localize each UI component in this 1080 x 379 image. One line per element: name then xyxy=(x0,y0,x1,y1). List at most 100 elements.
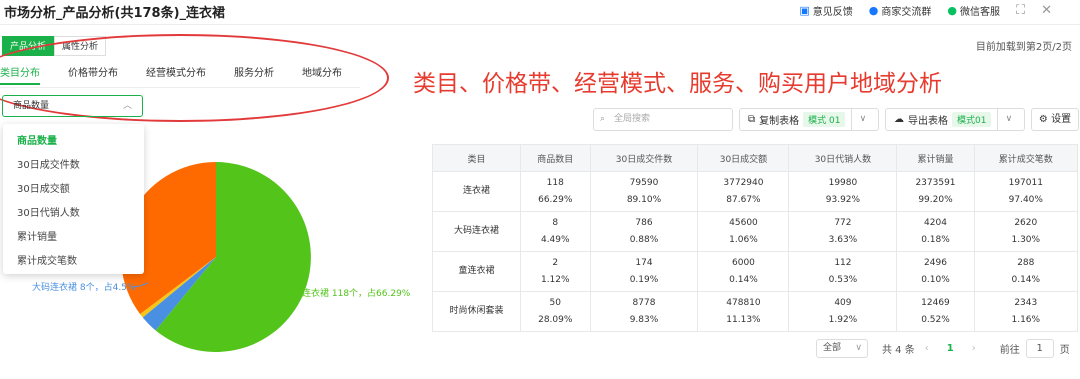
chat-group-icon: ● xyxy=(868,4,879,17)
col-header-30d-units[interactable]: 30日成交件数 xyxy=(589,144,699,172)
prev-page-icon[interactable]: ‹ xyxy=(925,343,929,354)
cell: 8778 9.83% xyxy=(589,291,699,332)
row-category: 童连衣裙 xyxy=(432,251,521,292)
cell-value: 12469 xyxy=(921,297,950,308)
copy-table-group: ⧉ 复制表格 模式 01 ∨ xyxy=(739,108,879,131)
metric-option-30d-resellers[interactable]: 30日代销人数 xyxy=(3,202,144,226)
copy-table-label: 复制表格 xyxy=(759,116,800,127)
cell-percent: 1.30% xyxy=(1011,234,1041,245)
cell-value: 4204 xyxy=(924,217,947,228)
export-table-button[interactable]: ☁ 导出表格 模式01 xyxy=(886,109,997,130)
global-search-input[interactable]: ⌕ 全局搜索 xyxy=(593,108,733,131)
cell-percent: 11.13% xyxy=(726,314,761,325)
cell-value: 197011 xyxy=(1008,177,1043,188)
copy-mode-badge: 模式 01 xyxy=(803,112,846,127)
col-header-total-orders[interactable]: 累计成交笔数 xyxy=(973,144,1079,172)
cell: 2343 1.16% xyxy=(973,291,1079,332)
cell-percent: 0.88% xyxy=(629,234,659,245)
loaded-status: 目前加载到第2页/2页 xyxy=(975,42,1072,53)
col-header-30d-resellers[interactable]: 30日代销人数 xyxy=(788,144,898,172)
metric-option-total-orders[interactable]: 累计成交笔数 xyxy=(3,250,144,274)
wechat-service-link[interactable]: ● 微信客服 xyxy=(947,3,1000,18)
cell-value: 50 xyxy=(549,297,561,308)
cell-value: 45600 xyxy=(729,217,758,228)
export-table-label: 导出表格 xyxy=(908,116,948,127)
metric-select[interactable]: 商品数量 ︿ xyxy=(2,95,143,117)
feedback-icon: ▣ xyxy=(799,4,810,17)
page-size-value: 全部 xyxy=(823,343,842,353)
current-page[interactable]: 1 xyxy=(947,343,954,354)
cell: 478810 11.13% xyxy=(697,291,790,332)
page-size-select[interactable]: 全部 ∨ xyxy=(816,339,868,358)
export-mode-badge: 模式01 xyxy=(952,112,992,127)
feedback-link[interactable]: ▣ 意见反馈 xyxy=(799,3,852,18)
settings-label: 设置 xyxy=(1051,114,1072,125)
cell-value: 118 xyxy=(546,177,564,188)
table-row: 连衣裙 118 66.29% 79590 89.10% 3772940 87.67% … xyxy=(432,171,1079,212)
cell-value: 288 xyxy=(1017,257,1035,268)
cell-percent: 0.52% xyxy=(921,314,950,325)
row-category: 连衣裙 xyxy=(432,171,521,212)
cell: 772 3.63% xyxy=(788,211,898,252)
cell-value: 2343 xyxy=(1014,297,1038,308)
top-links: ▣ 意见反馈 ● 商家交流群 ● 微信客服 ⛶ ✕ xyxy=(799,3,1052,18)
goto-label: 前往 xyxy=(999,345,1020,356)
next-page-icon[interactable]: › xyxy=(972,343,976,354)
table-row: 时尚休闲套装 50 28.09% 8778 9.83% 478810 11.13% 4… xyxy=(432,291,1079,332)
cell: 174 0.19% xyxy=(589,251,699,292)
page-title: 市场分析_产品分析(共178条)_连衣裙 xyxy=(4,6,226,21)
cell-percent: 0.14% xyxy=(1011,274,1041,285)
settings-button[interactable]: ⚙ 设置 xyxy=(1031,108,1079,131)
cell: 2 1.12% xyxy=(520,251,591,292)
cell: 79590 89.10% xyxy=(589,171,699,212)
copy-table-button[interactable]: ⧉ 复制表格 模式 01 xyxy=(740,109,851,130)
cell-value: 409 xyxy=(834,297,852,308)
cell: 12469 0.52% xyxy=(896,291,975,332)
cell-percent: 1.92% xyxy=(828,314,858,325)
col-header-30d-sales[interactable]: 30日成交额 xyxy=(697,144,790,172)
metric-option-product-count[interactable]: 商品数量 xyxy=(3,130,144,154)
expand-icon[interactable]: ⛶ xyxy=(1016,3,1025,18)
metric-option-total-sales[interactable]: 累计销量 xyxy=(3,226,144,250)
close-icon[interactable]: ✕ xyxy=(1041,3,1052,18)
chat-group-link[interactable]: ● 商家交流群 xyxy=(869,3,932,18)
cell-value: 478810 xyxy=(726,297,761,308)
table-row: 童连衣裙 2 1.12% 174 0.19% 6000 0.14% 112 0.53% … xyxy=(432,251,1079,292)
annotation-text: 类目、价格带、经营模式、服务、购买用户地域分析 xyxy=(413,71,942,97)
goto-page-input[interactable]: 1 xyxy=(1025,339,1054,358)
cell-value: 2 xyxy=(552,257,559,268)
cell-value: 3772940 xyxy=(723,177,764,188)
cell: 2620 1.30% xyxy=(973,211,1079,252)
cell: 50 28.09% xyxy=(520,291,591,332)
col-header-product-count[interactable]: 商品数目 xyxy=(520,144,591,172)
cell: 197011 97.40% xyxy=(973,171,1079,212)
cell-percent: 89.10% xyxy=(626,194,662,205)
cell-value: 79590 xyxy=(629,177,659,188)
search-icon: ⌕ xyxy=(600,114,606,124)
col-header-total-sales[interactable]: 累计销量 xyxy=(896,144,975,172)
pie-label-second: 大码连衣裙 8个，占4.5% xyxy=(32,281,136,293)
cell-percent: 66.29% xyxy=(538,194,573,205)
cell-percent: 93.92% xyxy=(825,194,861,205)
cell-percent: 0.53% xyxy=(828,274,858,285)
cell-value: 8778 xyxy=(632,297,656,308)
cell-percent: 1.12% xyxy=(540,274,570,285)
cell-percent: 0.14% xyxy=(729,274,758,285)
export-mode-chevron-down-icon[interactable]: ∨ xyxy=(997,109,1019,130)
copy-mode-chevron-down-icon[interactable]: ∨ xyxy=(851,109,873,130)
cell: 786 0.88% xyxy=(589,211,699,252)
feedback-label: 意见反馈 xyxy=(812,7,853,18)
cell: 45600 1.06% xyxy=(697,211,790,252)
cell-percent: 0.18% xyxy=(921,234,950,245)
col-header-category[interactable]: 类目 xyxy=(432,144,521,172)
cloud-download-icon: ☁ xyxy=(894,114,904,125)
cell-percent: 0.19% xyxy=(629,274,659,285)
metric-option-30d-sales[interactable]: 30日成交额 xyxy=(3,178,144,202)
metric-option-30d-units[interactable]: 30日成交件数 xyxy=(3,154,144,178)
chat-group-label: 商家交流群 xyxy=(881,7,932,18)
search-placeholder: 全局搜索 xyxy=(614,114,651,124)
pagination: 全部 ∨ 共 4 条 ‹ 1 › 前往 1 页 xyxy=(816,339,1070,358)
page-unit-label: 页 xyxy=(1059,345,1070,356)
wechat-icon: ● xyxy=(947,4,957,17)
cell: 19980 93.92% xyxy=(788,171,898,212)
